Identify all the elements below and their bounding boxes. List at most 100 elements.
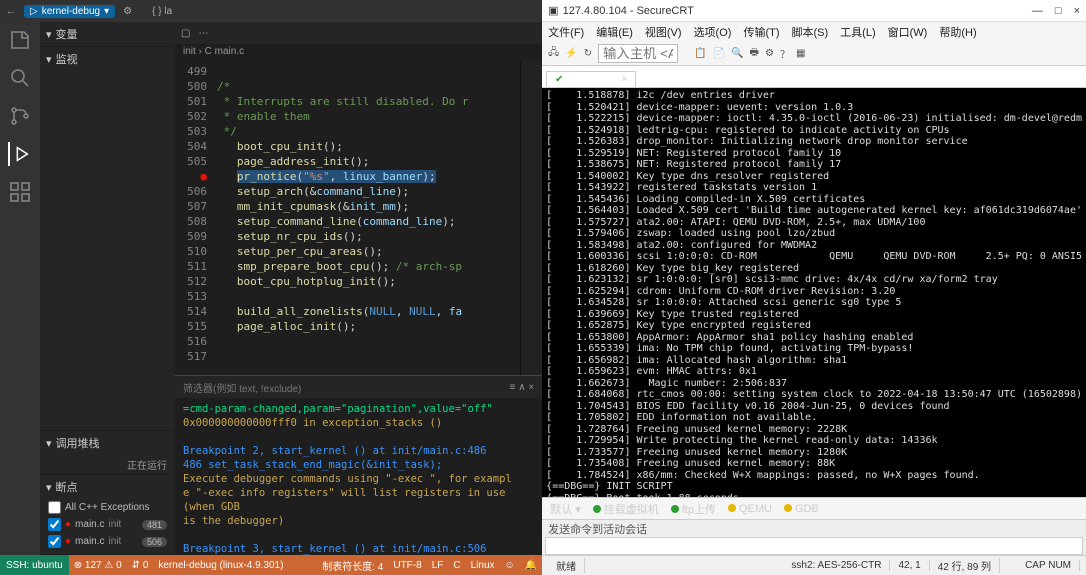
ready-label: 就绪 — [548, 558, 585, 573]
menubar: 文件(F) 编辑(E) 视图(V) 选项(O) 传输(T) 脚本(S) 工具(L) 窗口(W)… — [542, 22, 1086, 42]
filter-input[interactable]: 筛选器(例如 text, !exclude) — [183, 380, 301, 395]
terminal-output[interactable]: [ 1.518878] i2c /dev entries driver [ 1.… — [542, 88, 1086, 497]
quickconnect-icon[interactable]: ⚡ — [565, 48, 577, 59]
menu-item[interactable]: 工具(L) — [840, 24, 875, 40]
bp-checkbox[interactable] — [48, 501, 61, 514]
callstack-section[interactable]: ▾调用堆栈 — [40, 431, 175, 455]
chevron-up-icon[interactable]: ∧ — [518, 382, 525, 393]
term-size: 42 行, 89 列 — [930, 558, 1000, 573]
callstack-status: 正在运行 — [127, 457, 167, 472]
menu-item[interactable]: 传输(T) — [743, 24, 779, 40]
os[interactable]: Linux — [466, 560, 500, 571]
minimize-icon[interactable]: — — [1032, 5, 1043, 17]
caps-num: CAP NUM — [1017, 560, 1080, 571]
host-input[interactable] — [598, 44, 678, 63]
btnbar-item[interactable]: ftp上传 — [671, 501, 716, 517]
menu-item[interactable]: 窗口(W) — [888, 24, 928, 40]
explorer-icon[interactable] — [8, 28, 32, 52]
eol[interactable]: LF — [427, 560, 449, 571]
cipher: ssh2: AES-256-CTR — [783, 560, 890, 571]
scm-icon[interactable] — [8, 104, 32, 128]
panel-header: 筛选器(例如 text, !exclude) ≡ ∧ × — [175, 376, 542, 398]
securecrt-window: ▣ 127.4.80.104 - SecureCRT — □ × 文件(F) 编辑… — [542, 0, 1086, 575]
chevron-down-icon: ▾ — [46, 28, 52, 41]
language-mode[interactable]: C — [448, 560, 465, 571]
bp-all-cpp[interactable]: All C++ Exceptions — [40, 499, 175, 516]
menu-item[interactable]: 文件(F) — [548, 24, 584, 40]
variables-section[interactable]: ▾变量 — [40, 22, 175, 46]
encoding[interactable]: UTF-8 — [388, 560, 426, 571]
help-icon[interactable]: ？ — [780, 46, 790, 61]
minimap[interactable] — [520, 62, 542, 375]
feedback-icon[interactable]: ☺ — [500, 560, 520, 571]
menu-item[interactable]: 编辑(E) — [596, 24, 633, 40]
close-icon[interactable]: × — [1074, 5, 1080, 17]
send-input[interactable] — [545, 537, 1083, 555]
play-icon: ▷ — [30, 6, 38, 17]
sessions-icon[interactable]: ▦ — [796, 48, 805, 59]
find-icon[interactable]: 🔍 — [731, 48, 743, 59]
btnbar-item[interactable]: 挂载虚拟机 — [593, 501, 659, 517]
gear-icon[interactable]: ⚙ — [123, 6, 132, 17]
copy-icon[interactable]: 📋 — [694, 48, 706, 59]
btnbar-item[interactable]: GDB — [784, 503, 819, 515]
debug-console-output[interactable]: =cmd-param-changed,param="pagination",va… — [175, 398, 542, 555]
extensions-icon[interactable] — [8, 180, 32, 204]
editor-tabs: ▢ ⋯ — [175, 22, 542, 44]
debug-config-name: kernel-debug — [42, 6, 100, 17]
bp-checkbox[interactable] — [48, 535, 61, 548]
split-icon[interactable]: ▢ — [181, 28, 190, 39]
close-icon[interactable]: × — [528, 382, 534, 393]
code-editor[interactable]: 499500501502503504505● 50650750850951051… — [175, 62, 542, 375]
menu-item[interactable]: 选项(O) — [694, 24, 732, 40]
chevron-down-icon: ▾ — [46, 53, 52, 66]
options-icon[interactable]: ⚙ — [765, 48, 774, 59]
breakpoints-section[interactable]: ▾断点 — [40, 475, 175, 499]
btnbar-item[interactable]: QEMU — [728, 503, 772, 515]
watch-section[interactable]: ▾监视 — [40, 47, 175, 71]
maximize-icon[interactable]: □ — [1055, 5, 1062, 17]
debug-target[interactable]: kernel-debug (linux-4.9.301) — [153, 560, 288, 571]
back-icon[interactable]: ← — [6, 6, 16, 17]
tab-size[interactable]: 制表符长度: 4 — [317, 558, 388, 573]
breadcrumb[interactable]: init › C main.c — [175, 44, 542, 62]
chevron-down-icon: ▾ — [46, 481, 52, 494]
menu-item[interactable]: 视图(V) — [645, 24, 682, 40]
connect-icon[interactable]: 🖧 — [548, 45, 559, 62]
paste-icon[interactable]: 📄 — [713, 48, 725, 59]
activity-bar — [0, 22, 40, 555]
print-icon[interactable]: 🖶 — [750, 45, 759, 62]
problems-count[interactable]: ⊗ 127 ⚠ 0 — [69, 560, 127, 571]
session-tabs: ✔ × — [542, 66, 1086, 88]
debug-icon[interactable] — [8, 142, 32, 166]
bp-item[interactable]: ●main.c init506 — [40, 533, 175, 550]
button-bar: 默认 ▾ 挂载虚拟机 ftp上传 QEMU GDB — [542, 497, 1086, 519]
line-gutter: 499500501502503504505● 50650750850951051… — [175, 62, 213, 375]
menu-item[interactable]: 脚本(S) — [792, 24, 829, 40]
bp-item[interactable]: ●main.c init481 — [40, 516, 175, 533]
send-header: 发送命令到活动会话 — [542, 519, 1086, 537]
session-tab[interactable]: ✔ × — [546, 71, 636, 87]
toolbar: 🖧 ⚡ ↻ 📋 📄 🔍 🖶 ⚙ ？ ▦ — [542, 42, 1086, 66]
window-title: 127.4.80.104 - SecureCRT — [563, 5, 694, 17]
debug-config-dropdown[interactable]: ▷ kernel-debug ▾ — [24, 5, 115, 18]
vscode-window: ← ▷ kernel-debug ▾ ⚙ { } la ▾变量 ▾监视 ▾调用堆… — [0, 0, 542, 575]
vscode-topbar: ← ▷ kernel-debug ▾ ⚙ { } la — [0, 0, 542, 22]
connected-icon: ✔ — [555, 74, 563, 85]
remote-indicator[interactable]: SSH: ubuntu — [0, 555, 69, 575]
statusbar: SSH: ubuntu ⊗ 127 ⚠ 0 ⇵ 0 kernel-debug (… — [0, 555, 542, 575]
search-icon[interactable] — [8, 66, 32, 90]
bp-checkbox[interactable] — [48, 518, 61, 531]
bell-icon[interactable]: 🔔 — [520, 560, 542, 571]
vscode-body: ▾变量 ▾监视 ▾调用堆栈正在运行 ▾断点 All C++ Exceptions… — [0, 22, 542, 555]
ports[interactable]: ⇵ 0 — [127, 560, 154, 571]
settings-icon[interactable]: ≡ — [510, 382, 516, 393]
tab-close-icon[interactable]: × — [622, 74, 628, 85]
reconnect-icon[interactable]: ↻ — [584, 48, 592, 59]
debug-sidebar: ▾变量 ▾监视 ▾调用堆栈正在运行 ▾断点 All C++ Exceptions… — [40, 22, 175, 555]
btnbar-default[interactable]: 默认 ▾ — [550, 501, 581, 517]
menu-item[interactable]: 帮助(H) — [939, 24, 976, 40]
titlebar: ▣ 127.4.80.104 - SecureCRT — □ × — [542, 0, 1086, 22]
code-content[interactable]: /* * Interrupts are still disabled. Do r… — [213, 62, 520, 375]
more-icon[interactable]: ⋯ — [198, 28, 208, 39]
